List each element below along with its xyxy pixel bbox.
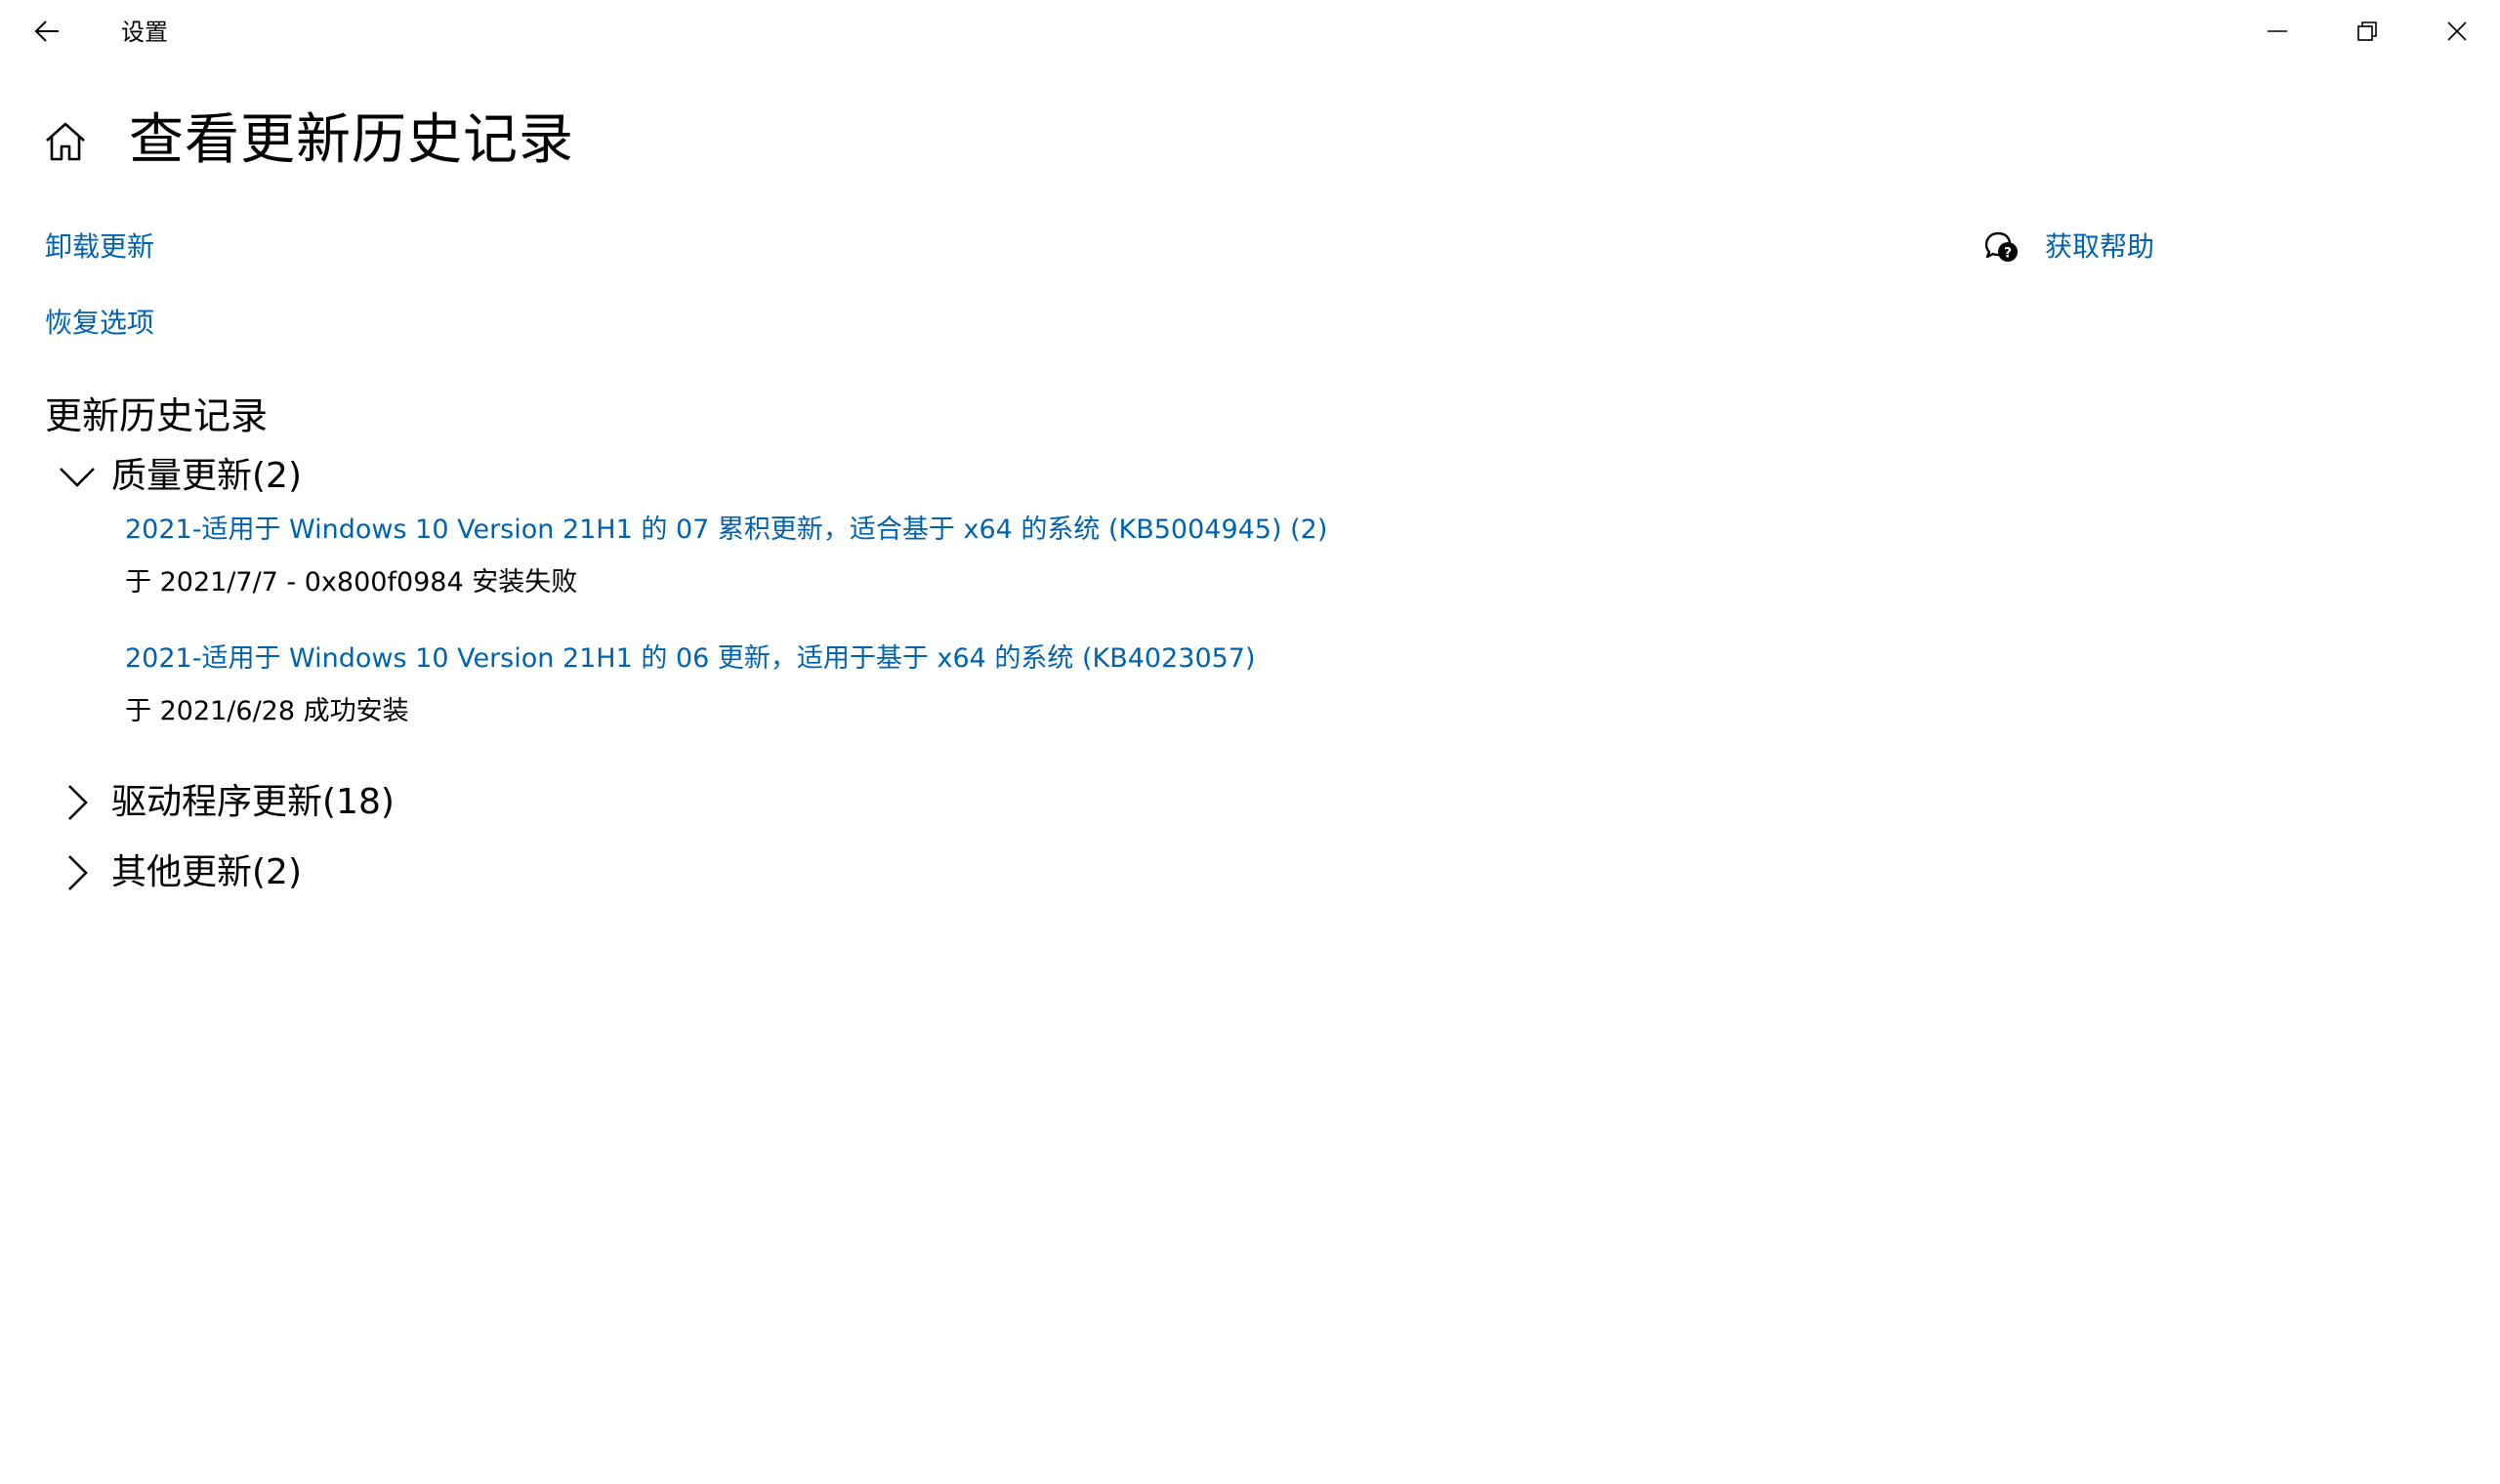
minimize-icon	[2268, 30, 2287, 32]
group-label: 质量更新(2)	[111, 456, 302, 496]
uninstall-updates-link[interactable]: 卸载更新	[45, 227, 154, 267]
app-title: 设置	[121, 19, 168, 46]
restore-button[interactable]	[2322, 0, 2412, 62]
group-other-updates[interactable]: 其他更新(2)	[55, 847, 302, 898]
restore-icon	[2357, 21, 2377, 41]
update-status: 于 2021/7/7 - 0x800f0984 安装失败	[125, 567, 578, 598]
back-arrow-icon	[34, 21, 59, 42]
group-driver-updates[interactable]: 驱动程序更新(18)	[55, 777, 395, 828]
title-bar: 设置	[0, 0, 2500, 62]
group-label: 其他更新(2)	[111, 852, 302, 892]
recovery-options-link[interactable]: 恢复选项	[45, 304, 154, 343]
update-item: 2021-适用于 Windows 10 Version 21H1 的 07 累积…	[125, 512, 1327, 601]
close-icon	[2447, 21, 2467, 41]
chat-help-icon[interactable]: ?	[1982, 227, 2021, 267]
chevron-down-icon	[55, 454, 100, 499]
group-quality-updates[interactable]: 质量更新(2)	[55, 451, 302, 502]
minimize-button[interactable]	[2232, 0, 2322, 62]
update-item: 2021-适用于 Windows 10 Version 21H1 的 06 更新…	[125, 640, 1256, 730]
back-button[interactable]	[23, 8, 70, 55]
update-status: 于 2021/6/28 成功安装	[125, 696, 409, 726]
svg-text:?: ?	[2004, 246, 2012, 262]
update-history-title: 更新历史记录	[45, 394, 269, 437]
get-help-link[interactable]: 获取帮助	[2045, 227, 2154, 267]
home-icon[interactable]	[43, 119, 88, 164]
update-name-link[interactable]: 2021-适用于 Windows 10 Version 21H1 的 07 累积…	[125, 512, 1327, 549]
group-label: 驱动程序更新(18)	[111, 782, 395, 822]
chevron-right-icon	[55, 780, 100, 825]
close-button[interactable]	[2412, 0, 2500, 62]
chevron-right-icon	[55, 850, 100, 895]
update-name-link[interactable]: 2021-适用于 Windows 10 Version 21H1 的 06 更新…	[125, 640, 1256, 678]
page-title: 查看更新历史记录	[129, 108, 574, 172]
